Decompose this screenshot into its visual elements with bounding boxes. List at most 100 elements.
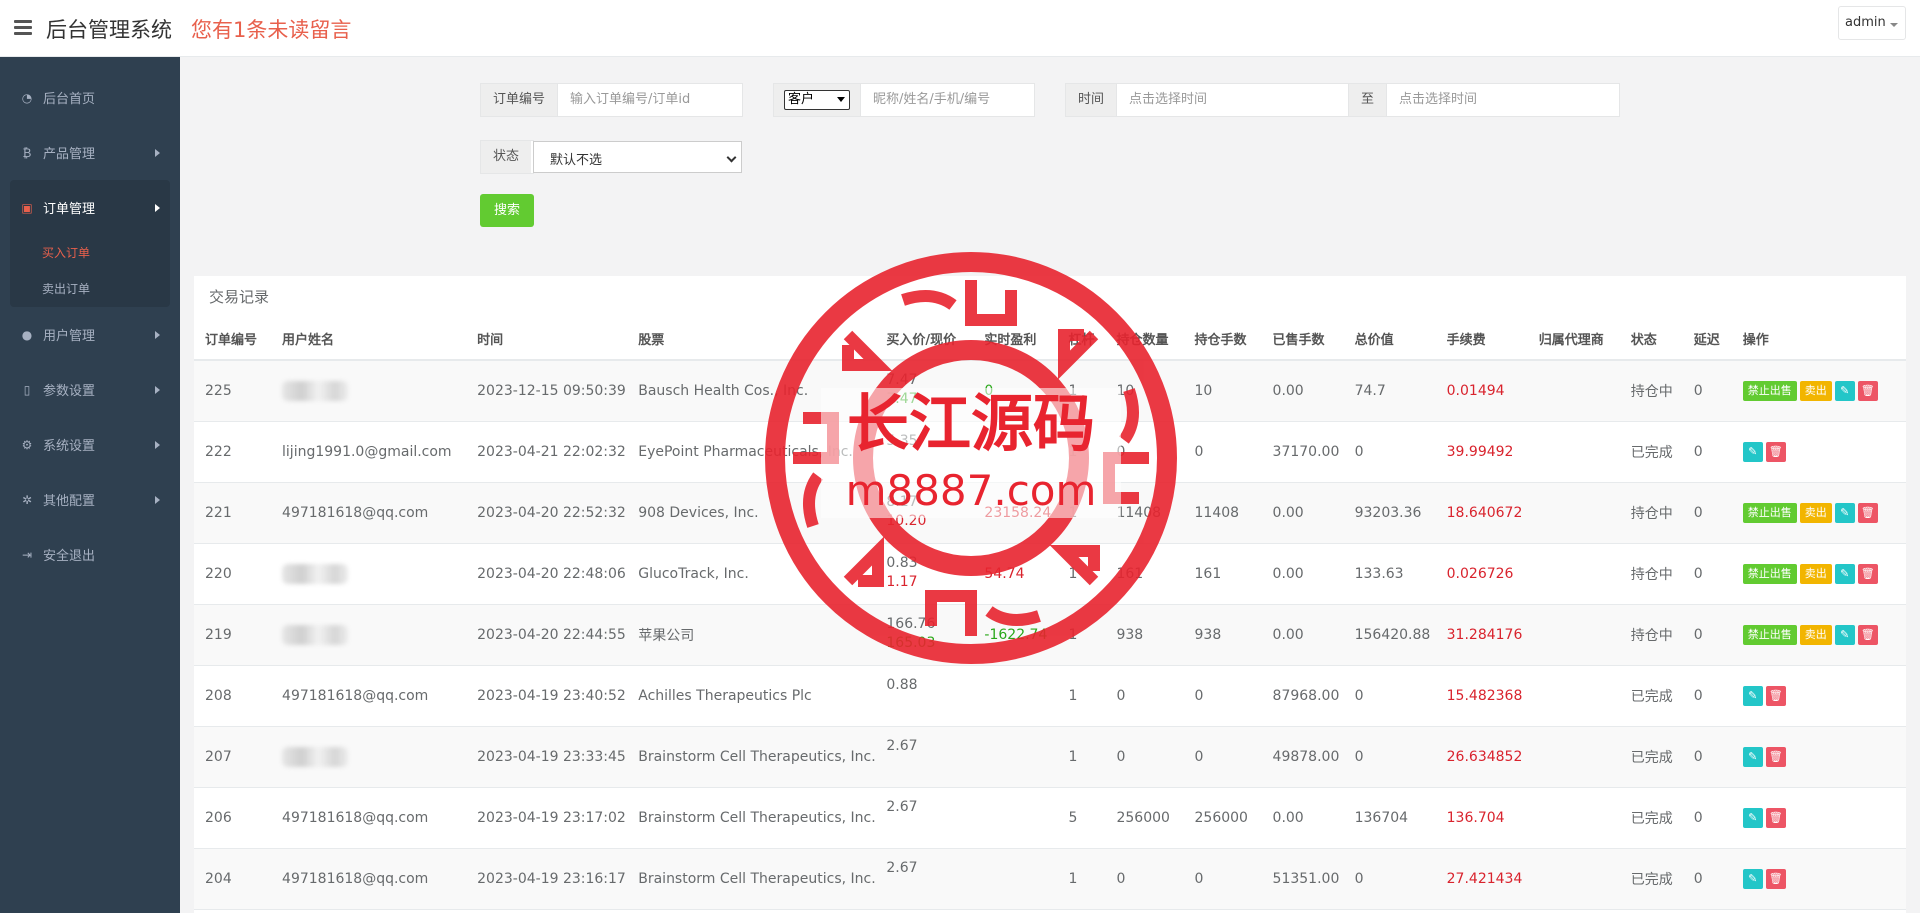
sidebar-item-logout[interactable]: ⇥ 安全退出 <box>0 527 180 582</box>
edit-icon[interactable]: ✎ <box>1834 502 1855 523</box>
cell-actions: 禁止出售 卖出 ✎ 🗑 <box>1731 360 1906 422</box>
status-filter: 状态 <box>480 140 534 174</box>
disable-sell-button[interactable]: 禁止出售 <box>1742 380 1797 401</box>
panel-title: 交易记录 <box>209 288 270 306</box>
cell-stock: Achilles Therapeutics Plc <box>627 665 876 727</box>
cell-hold-qty: 11408 <box>1105 482 1184 544</box>
column-header: 买入价/现价 <box>875 318 974 361</box>
cell-fee: 27.421434 <box>1435 848 1528 910</box>
cell-hold-qty: 256000 <box>1105 787 1184 849</box>
disable-sell-button[interactable]: 禁止出售 <box>1742 502 1797 523</box>
customer-filter: 客户 昵称/姓名/手机/编号 <box>773 83 1035 117</box>
cell-status: 已完成 <box>1619 848 1683 910</box>
cell-total: 156420.88 <box>1343 604 1436 666</box>
sidebar-item-params[interactable]: ▯ 参数设置 <box>0 362 180 417</box>
sidebar-item-orders[interactable]: ▣ 订单管理 <box>10 180 170 235</box>
delete-icon[interactable]: 🗑 <box>1765 807 1786 828</box>
cell-actions: ✎ 🗑 <box>1731 848 1906 910</box>
column-header: 股票 <box>627 318 876 361</box>
column-header: 订单编号 <box>194 318 272 361</box>
table-row: 220 2023-04-20 22:48:06 GlucoTrack, Inc. 0.… <box>194 543 1906 605</box>
cell-actions: ✎ 🗑 <box>1731 665 1906 727</box>
cell-status: 持仓中 <box>1619 360 1683 422</box>
sidebar-item-label: 订单管理 <box>43 202 96 217</box>
cell-time: 2023-04-19 23:17:02 <box>466 787 628 849</box>
sidebar-subitem-buy-orders[interactable]: 买入订单 <box>10 235 170 271</box>
cell-sold: 37170.00 <box>1261 421 1344 483</box>
delete-icon[interactable]: 🗑 <box>1765 868 1786 889</box>
time-start-input[interactable]: 点击选择时间 <box>1117 84 1350 116</box>
cell-hold-qty: 10 <box>1105 360 1184 422</box>
cell-hold-lots: 0 <box>1183 665 1262 727</box>
cell-time: 2023-04-21 22:02:32 <box>466 421 628 483</box>
cell-hold-qty: 0 <box>1105 848 1184 910</box>
search-button[interactable]: 搜索 <box>480 194 534 227</box>
orders-icon: ▣ <box>21 200 33 215</box>
file-icon: ▯ <box>23 382 31 397</box>
cell-id: 206 <box>194 787 272 849</box>
delete-icon[interactable]: 🗑 <box>1765 746 1786 767</box>
sidebar-item-dashboard[interactable]: ◔ 后台首页 <box>0 70 180 125</box>
menu-toggle-icon[interactable] <box>14 20 32 35</box>
cell-status: 持仓中 <box>1619 482 1683 544</box>
sidebar-item-label: 后台首页 <box>43 92 96 107</box>
cell-user: 497181618@qq.com <box>271 665 467 727</box>
edit-icon[interactable]: ✎ <box>1742 868 1763 889</box>
column-header: 已售手数 <box>1261 318 1344 361</box>
cell-profit: 54.74 <box>973 543 1058 605</box>
sidebar-item-system[interactable]: ⚙ 系统设置 <box>0 417 180 472</box>
cell-fee: 39.99492 <box>1435 421 1528 483</box>
sidebar-subitem-sell-orders[interactable]: 卖出订单 <box>10 271 170 307</box>
disable-sell-button[interactable]: 禁止出售 <box>1742 563 1797 584</box>
edit-icon[interactable]: ✎ <box>1742 685 1763 706</box>
app-title: 后台管理系统 <box>46 18 172 42</box>
customer-input[interactable]: 昵称/姓名/手机/编号 <box>861 84 1034 116</box>
sidebar-item-users[interactable]: ● 用户管理 <box>0 307 180 362</box>
cell-sold: 87968.00 <box>1261 665 1344 727</box>
edit-icon[interactable]: ✎ <box>1834 380 1855 401</box>
cell-stock: EyePoint Pharmaceuticals, Inc. <box>627 421 876 483</box>
status-select[interactable]: 默认不选 <box>533 141 742 173</box>
buy-price: 0.83 <box>886 554 918 571</box>
edit-icon[interactable]: ✎ <box>1742 441 1763 462</box>
buy-price: 5.35 <box>886 432 918 449</box>
table-row: 207 2023-04-19 23:33:45 Brainstorm Cell Th… <box>194 726 1906 788</box>
sell-button[interactable]: 卖出 <box>1799 624 1832 645</box>
cell-user: 497181618@qq.com <box>271 848 467 910</box>
blurred-user-name <box>282 380 349 401</box>
time-end-input[interactable]: 点击选择时间 <box>1387 84 1619 116</box>
cell-delay: 0 <box>1682 665 1732 727</box>
admin-user-label: admin <box>1845 15 1886 30</box>
delete-icon[interactable]: 🗑 <box>1857 380 1878 401</box>
customer-select-value: 客户 <box>788 92 815 107</box>
cell-price: 2.67 <box>875 787 974 849</box>
cell-total: 0 <box>1343 665 1436 727</box>
unread-message-notice[interactable]: 您有1条未读留言 <box>191 14 351 44</box>
cell-stock: Brainstorm Cell Therapeutics, Inc. <box>627 787 876 849</box>
disable-sell-button[interactable]: 禁止出售 <box>1742 624 1797 645</box>
edit-icon[interactable]: ✎ <box>1742 746 1763 767</box>
delete-icon[interactable]: 🗑 <box>1857 624 1878 645</box>
edit-icon[interactable]: ✎ <box>1742 807 1763 828</box>
cell-id: 219 <box>194 604 272 666</box>
sell-button[interactable]: 卖出 <box>1799 380 1832 401</box>
column-header: 杠杆 <box>1057 318 1106 361</box>
sell-button[interactable]: 卖出 <box>1799 563 1832 584</box>
delete-icon[interactable]: 🗑 <box>1857 502 1878 523</box>
edit-icon[interactable]: ✎ <box>1834 624 1855 645</box>
sidebar-item-other[interactable]: ✲ 其他配置 <box>0 472 180 527</box>
admin-user-menu[interactable]: admin <box>1838 6 1906 40</box>
table-row: 222 lijing1991.0@gmail.com 2023-04-21 22:0… <box>194 421 1906 483</box>
order-number-input[interactable]: 输入订单编号/订单id <box>558 84 742 116</box>
delete-icon[interactable]: 🗑 <box>1857 563 1878 584</box>
customer-select[interactable]: 客户 <box>784 90 850 110</box>
delete-icon[interactable]: 🗑 <box>1765 685 1786 706</box>
column-header: 手续费 <box>1435 318 1528 361</box>
cell-profit <box>973 665 1058 727</box>
edit-icon[interactable]: ✎ <box>1834 563 1855 584</box>
cell-status: 已完成 <box>1619 726 1683 788</box>
delete-icon[interactable]: 🗑 <box>1765 441 1786 462</box>
sell-button[interactable]: 卖出 <box>1799 502 1832 523</box>
cell-fee: 136.704 <box>1435 787 1528 849</box>
sidebar-item-products[interactable]: ₿ 产品管理 <box>0 125 180 180</box>
